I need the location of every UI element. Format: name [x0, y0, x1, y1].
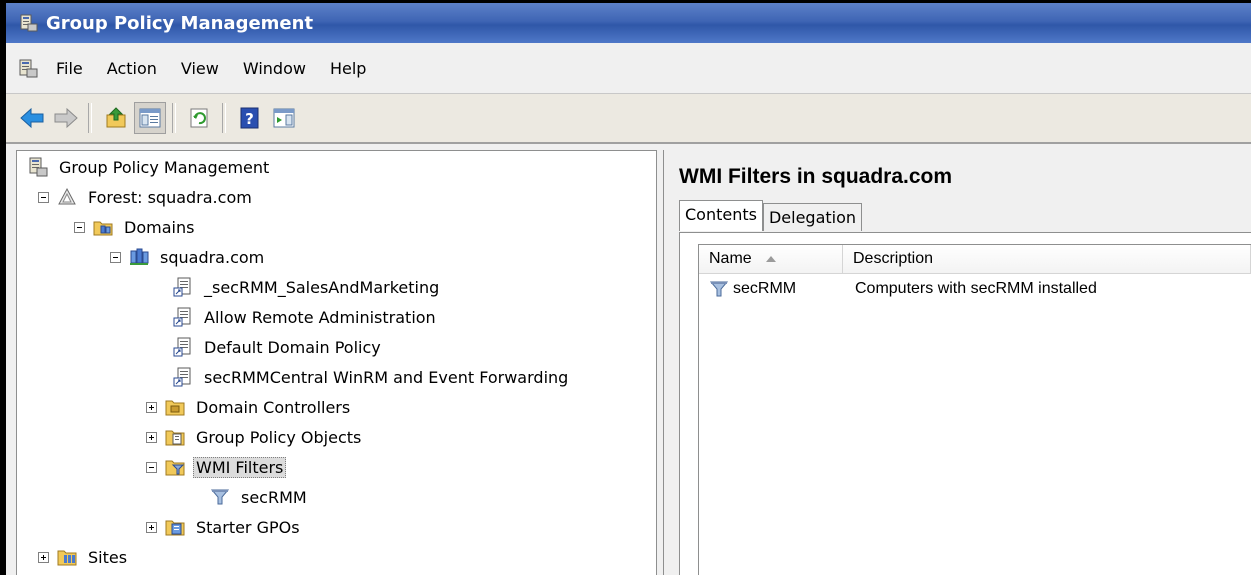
- action-pane-icon: [273, 108, 295, 128]
- tree-node-domains[interactable]: Domains: [74, 213, 197, 241]
- menu-view[interactable]: View: [179, 55, 221, 82]
- toolbar-separator: [88, 103, 92, 133]
- sort-ascending-icon: [765, 256, 776, 262]
- gpo-link-icon: [173, 277, 191, 297]
- action-pane-button[interactable]: [268, 102, 300, 134]
- domain-icon: [130, 248, 149, 265]
- collapse-toggle[interactable]: [38, 191, 49, 203]
- tree-node-root[interactable]: Group Policy Management: [28, 153, 272, 181]
- tab-contents[interactable]: Contents: [679, 200, 763, 231]
- tree-node-label: Allow Remote Administration: [204, 307, 436, 327]
- column-header-label: Description: [853, 250, 934, 267]
- tree-node-label: squadra.com: [160, 247, 265, 267]
- tree-node-domain[interactable]: squadra.com: [110, 243, 267, 271]
- tree-node-gpo-link[interactable]: _secRMM_SalesAndMarketing: [173, 273, 442, 301]
- gpmc-app-icon: [20, 14, 38, 32]
- menu-bar: File Action View Window Help: [6, 43, 1251, 94]
- expand-toggle[interactable]: [146, 401, 157, 413]
- system-menu-icon[interactable]: [18, 58, 38, 78]
- wmi-filter-icon: [210, 489, 230, 505]
- gpo-folder-icon: [165, 430, 185, 446]
- tree-node-label: Forest: squadra.com: [88, 187, 252, 207]
- collapse-toggle[interactable]: [146, 461, 157, 473]
- tree-node-gpo-link[interactable]: Default Domain Policy: [173, 333, 384, 361]
- details-pane: WMI Filters in squadra.com Contents Dele…: [663, 150, 1251, 575]
- tree-node-gpo-link[interactable]: secRMMCentral WinRM and Event Forwarding: [173, 363, 571, 391]
- tree-node-label: secRMMCentral WinRM and Event Forwarding: [204, 367, 569, 387]
- tree-node-label: Domains: [124, 217, 195, 237]
- toolbar: ?: [6, 94, 1251, 144]
- tree-node-label: Group Policy Management: [59, 157, 270, 177]
- list-header: Name Description: [699, 245, 1251, 274]
- tree-node-gpo-link[interactable]: Allow Remote Administration: [173, 303, 439, 331]
- tree-node-forest[interactable]: Forest: squadra.com: [38, 183, 255, 211]
- column-header-name[interactable]: Name: [699, 245, 843, 273]
- wmi-folder-icon: [165, 460, 185, 476]
- tab-strip: Contents Delegation: [679, 200, 863, 231]
- help-button[interactable]: ?: [234, 102, 266, 134]
- wmi-filter-list[interactable]: Name Description secRMM Computers with s…: [698, 244, 1251, 575]
- forward-arrow-icon: [54, 107, 78, 129]
- tree-node-gpo-container[interactable]: Group Policy Objects: [146, 423, 364, 451]
- starter-gpo-folder-icon: [165, 520, 185, 536]
- gpo-link-icon: [173, 367, 191, 387]
- menu-action[interactable]: Action: [105, 55, 159, 82]
- title-bar[interactable]: Group Policy Management: [6, 3, 1251, 43]
- toolbar-separator: [222, 103, 226, 133]
- list-item[interactable]: secRMM Computers with secRMM installed: [699, 274, 1251, 304]
- tab-panel: Name Description secRMM Computers with s…: [679, 232, 1251, 575]
- refresh-icon: [190, 108, 208, 128]
- up-level-button[interactable]: [100, 102, 132, 134]
- svg-text:?: ?: [245, 110, 254, 128]
- details-title: WMI Filters in squadra.com: [679, 165, 953, 188]
- tree-node-wmi-filter[interactable]: secRMM: [210, 483, 310, 511]
- back-arrow-icon: [20, 107, 44, 129]
- up-folder-icon: [106, 107, 126, 128]
- console-tree[interactable]: Group Policy Management Forest: squadra.…: [16, 150, 657, 575]
- expand-toggle[interactable]: [146, 521, 157, 533]
- tree-node-label: Starter GPOs: [196, 517, 300, 537]
- toolbar-separator: [172, 103, 176, 133]
- sites-folder-icon: [57, 550, 77, 566]
- gpmc-root-icon: [29, 157, 48, 177]
- show-hide-tree-button[interactable]: [134, 102, 166, 134]
- show-hide-tree-icon: [139, 108, 161, 128]
- column-header-label: Name: [709, 250, 752, 267]
- app-window: Group Policy Management File Action View…: [0, 0, 1251, 575]
- tree-node-label: Group Policy Objects: [196, 427, 362, 447]
- tree-node-sites[interactable]: Sites: [38, 543, 130, 571]
- tree-node-domain-controllers[interactable]: Domain Controllers: [146, 393, 353, 421]
- tree-node-label: Default Domain Policy: [204, 337, 381, 357]
- ou-folder-icon: [165, 400, 185, 416]
- refresh-button[interactable]: [184, 102, 216, 134]
- wmi-filter-icon: [709, 281, 729, 297]
- tree-node-label: Domain Controllers: [196, 397, 351, 417]
- pane-splitter[interactable]: [657, 150, 662, 575]
- help-icon: ?: [240, 107, 259, 129]
- list-item-description: Computers with secRMM installed: [855, 280, 1097, 297]
- tab-delegation[interactable]: Delegation: [762, 203, 863, 231]
- gpo-link-icon: [173, 307, 191, 327]
- forest-icon: [58, 187, 76, 205]
- column-header-description[interactable]: Description: [843, 245, 1251, 273]
- collapse-toggle[interactable]: [110, 251, 121, 263]
- collapse-toggle[interactable]: [74, 221, 85, 233]
- list-item-name: secRMM: [733, 280, 797, 297]
- tree-node-starter-gpos[interactable]: Starter GPOs: [146, 513, 303, 541]
- menu-file[interactable]: File: [54, 55, 85, 82]
- tree-node-wmi-filters[interactable]: WMI Filters: [146, 453, 287, 481]
- expand-toggle[interactable]: [146, 431, 157, 443]
- tree-node-label: Sites: [88, 547, 128, 567]
- back-button[interactable]: [16, 102, 48, 134]
- expand-toggle[interactable]: [38, 551, 49, 563]
- tree-node-label: WMI Filters: [193, 456, 287, 478]
- menu-window[interactable]: Window: [241, 55, 308, 82]
- forward-button[interactable]: [50, 102, 82, 134]
- tree-node-label: _secRMM_SalesAndMarketing: [204, 277, 440, 297]
- window-title: Group Policy Management: [46, 12, 314, 34]
- domains-folder-icon: [93, 221, 113, 236]
- gpo-link-icon: [173, 337, 191, 357]
- menu-help[interactable]: Help: [328, 55, 368, 82]
- tree-node-label: secRMM: [241, 487, 307, 507]
